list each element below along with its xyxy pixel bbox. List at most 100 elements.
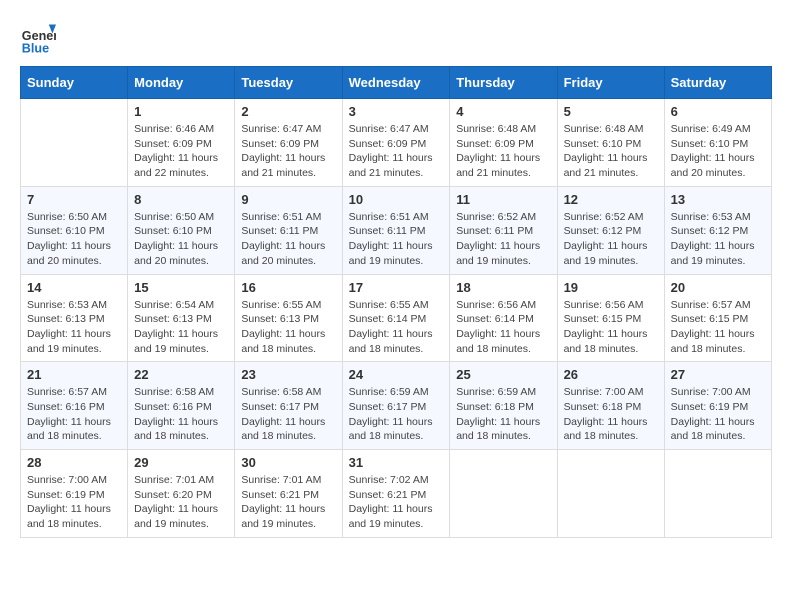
day-info: Sunrise: 6:55 AMSunset: 6:14 PMDaylight:… (349, 298, 444, 357)
day-number: 23 (241, 367, 335, 382)
col-header-friday: Friday (557, 67, 664, 99)
calendar-week-row: 28 Sunrise: 7:00 AMSunset: 6:19 PMDayligh… (21, 450, 772, 538)
calendar-cell: 17 Sunrise: 6:55 AMSunset: 6:14 PMDayligh… (342, 274, 450, 362)
calendar-cell: 23 Sunrise: 6:58 AMSunset: 6:17 PMDayligh… (235, 362, 342, 450)
day-number: 22 (134, 367, 228, 382)
day-info: Sunrise: 6:54 AMSunset: 6:13 PMDaylight:… (134, 298, 228, 357)
day-info: Sunrise: 6:56 AMSunset: 6:14 PMDaylight:… (456, 298, 550, 357)
day-number: 28 (27, 455, 121, 470)
day-number: 17 (349, 280, 444, 295)
calendar-week-row: 14Sunrise: 6:53 AMSunset: 6:13 PMDayligh… (21, 274, 772, 362)
day-number: 16 (241, 280, 335, 295)
calendar-cell: 18Sunrise: 6:56 AMSunset: 6:14 PMDayligh… (450, 274, 557, 362)
calendar-cell: 31 Sunrise: 7:02 AMSunset: 6:21 PMDayligh… (342, 450, 450, 538)
calendar-cell: 15 Sunrise: 6:54 AMSunset: 6:13 PMDayligh… (128, 274, 235, 362)
day-number: 10 (349, 192, 444, 207)
day-info: Sunrise: 7:00 AMSunset: 6:19 PMDaylight:… (27, 473, 121, 532)
calendar-cell (557, 450, 664, 538)
calendar-cell: 16Sunrise: 6:55 AMSunset: 6:13 PMDayligh… (235, 274, 342, 362)
calendar-cell: 10Sunrise: 6:51 AMSunset: 6:11 PMDayligh… (342, 186, 450, 274)
day-number: 20 (671, 280, 765, 295)
calendar-week-row: 7 Sunrise: 6:50 AMSunset: 6:10 PMDaylight… (21, 186, 772, 274)
day-number: 8 (134, 192, 228, 207)
day-number: 24 (349, 367, 444, 382)
day-info: Sunrise: 6:51 AMSunset: 6:11 PMDaylight:… (241, 210, 335, 269)
day-number: 21 (27, 367, 121, 382)
day-number: 31 (349, 455, 444, 470)
calendar-cell: 4 Sunrise: 6:48 AMSunset: 6:09 PMDaylight… (450, 99, 557, 187)
calendar-cell: 21 Sunrise: 6:57 AMSunset: 6:16 PMDayligh… (21, 362, 128, 450)
day-info: Sunrise: 7:00 AMSunset: 6:19 PMDaylight:… (671, 385, 765, 444)
day-info: Sunrise: 6:46 AMSunset: 6:09 PMDaylight:… (134, 122, 228, 181)
calendar-cell (21, 99, 128, 187)
calendar-header-row: SundayMondayTuesdayWednesdayThursdayFrid… (21, 67, 772, 99)
calendar-cell: 25Sunrise: 6:59 AMSunset: 6:18 PMDayligh… (450, 362, 557, 450)
calendar-cell: 6 Sunrise: 6:49 AMSunset: 6:10 PMDaylight… (664, 99, 771, 187)
calendar-week-row: 1Sunrise: 6:46 AMSunset: 6:09 PMDaylight… (21, 99, 772, 187)
calendar-cell: 26 Sunrise: 7:00 AMSunset: 6:18 PMDayligh… (557, 362, 664, 450)
day-number: 27 (671, 367, 765, 382)
day-number: 3 (349, 104, 444, 119)
day-info: Sunrise: 7:01 AMSunset: 6:20 PMDaylight:… (134, 473, 228, 532)
calendar-cell: 14Sunrise: 6:53 AMSunset: 6:13 PMDayligh… (21, 274, 128, 362)
day-number: 11 (456, 192, 550, 207)
calendar-cell: 9 Sunrise: 6:51 AMSunset: 6:11 PMDaylight… (235, 186, 342, 274)
day-info: Sunrise: 6:47 AMSunset: 6:09 PMDaylight:… (349, 122, 444, 181)
day-info: Sunrise: 6:57 AMSunset: 6:16 PMDaylight:… (27, 385, 121, 444)
day-info: Sunrise: 6:58 AMSunset: 6:16 PMDaylight:… (134, 385, 228, 444)
day-info: Sunrise: 6:52 AMSunset: 6:12 PMDaylight:… (564, 210, 658, 269)
calendar-cell: 28 Sunrise: 7:00 AMSunset: 6:19 PMDayligh… (21, 450, 128, 538)
calendar-cell: 1Sunrise: 6:46 AMSunset: 6:09 PMDaylight… (128, 99, 235, 187)
calendar-cell (664, 450, 771, 538)
day-number: 6 (671, 104, 765, 119)
calendar-cell (450, 450, 557, 538)
logo-icon: General Blue (20, 20, 56, 56)
day-info: Sunrise: 6:50 AMSunset: 6:10 PMDaylight:… (134, 210, 228, 269)
day-info: Sunrise: 7:00 AMSunset: 6:18 PMDaylight:… (564, 385, 658, 444)
calendar-cell: 24Sunrise: 6:59 AMSunset: 6:17 PMDayligh… (342, 362, 450, 450)
calendar-cell: 5 Sunrise: 6:48 AMSunset: 6:10 PMDaylight… (557, 99, 664, 187)
day-number: 5 (564, 104, 658, 119)
day-number: 12 (564, 192, 658, 207)
day-number: 26 (564, 367, 658, 382)
day-info: Sunrise: 6:52 AMSunset: 6:11 PMDaylight:… (456, 210, 550, 269)
calendar-cell: 11 Sunrise: 6:52 AMSunset: 6:11 PMDayligh… (450, 186, 557, 274)
col-header-monday: Monday (128, 67, 235, 99)
day-info: Sunrise: 6:53 AMSunset: 6:12 PMDaylight:… (671, 210, 765, 269)
day-number: 13 (671, 192, 765, 207)
calendar-week-row: 21 Sunrise: 6:57 AMSunset: 6:16 PMDayligh… (21, 362, 772, 450)
col-header-thursday: Thursday (450, 67, 557, 99)
col-header-sunday: Sunday (21, 67, 128, 99)
day-number: 19 (564, 280, 658, 295)
page-header: General Blue (20, 20, 772, 56)
day-number: 7 (27, 192, 121, 207)
day-info: Sunrise: 6:57 AMSunset: 6:15 PMDaylight:… (671, 298, 765, 357)
day-number: 9 (241, 192, 335, 207)
calendar-cell: 7Sunrise: 6:50 AMSunset: 6:10 PMDaylight… (21, 186, 128, 274)
day-info: Sunrise: 6:53 AMSunset: 6:13 PMDaylight:… (27, 298, 121, 357)
day-info: Sunrise: 7:01 AMSunset: 6:21 PMDaylight:… (241, 473, 335, 532)
day-info: Sunrise: 6:47 AMSunset: 6:09 PMDaylight:… (241, 122, 335, 181)
day-info: Sunrise: 6:58 AMSunset: 6:17 PMDaylight:… (241, 385, 335, 444)
day-info: Sunrise: 6:48 AMSunset: 6:10 PMDaylight:… (564, 122, 658, 181)
calendar-cell: 2Sunrise: 6:47 AMSunset: 6:09 PMDaylight… (235, 99, 342, 187)
day-number: 30 (241, 455, 335, 470)
day-info: Sunrise: 7:02 AMSunset: 6:21 PMDaylight:… (349, 473, 444, 532)
day-number: 4 (456, 104, 550, 119)
day-info: Sunrise: 6:48 AMSunset: 6:09 PMDaylight:… (456, 122, 550, 181)
calendar-cell: 27 Sunrise: 7:00 AMSunset: 6:19 PMDayligh… (664, 362, 771, 450)
calendar-cell: 3 Sunrise: 6:47 AMSunset: 6:09 PMDaylight… (342, 99, 450, 187)
col-header-wednesday: Wednesday (342, 67, 450, 99)
col-header-saturday: Saturday (664, 67, 771, 99)
svg-text:Blue: Blue (22, 41, 49, 55)
day-number: 15 (134, 280, 228, 295)
calendar-cell: 29Sunrise: 7:01 AMSunset: 6:20 PMDayligh… (128, 450, 235, 538)
calendar-cell: 30 Sunrise: 7:01 AMSunset: 6:21 PMDayligh… (235, 450, 342, 538)
day-number: 25 (456, 367, 550, 382)
calendar-cell: 19Sunrise: 6:56 AMSunset: 6:15 PMDayligh… (557, 274, 664, 362)
calendar-table: SundayMondayTuesdayWednesdayThursdayFrid… (20, 66, 772, 538)
calendar-cell: 13 Sunrise: 6:53 AMSunset: 6:12 PMDayligh… (664, 186, 771, 274)
logo: General Blue (20, 20, 60, 56)
calendar-cell: 22 Sunrise: 6:58 AMSunset: 6:16 PMDayligh… (128, 362, 235, 450)
day-info: Sunrise: 6:49 AMSunset: 6:10 PMDaylight:… (671, 122, 765, 181)
